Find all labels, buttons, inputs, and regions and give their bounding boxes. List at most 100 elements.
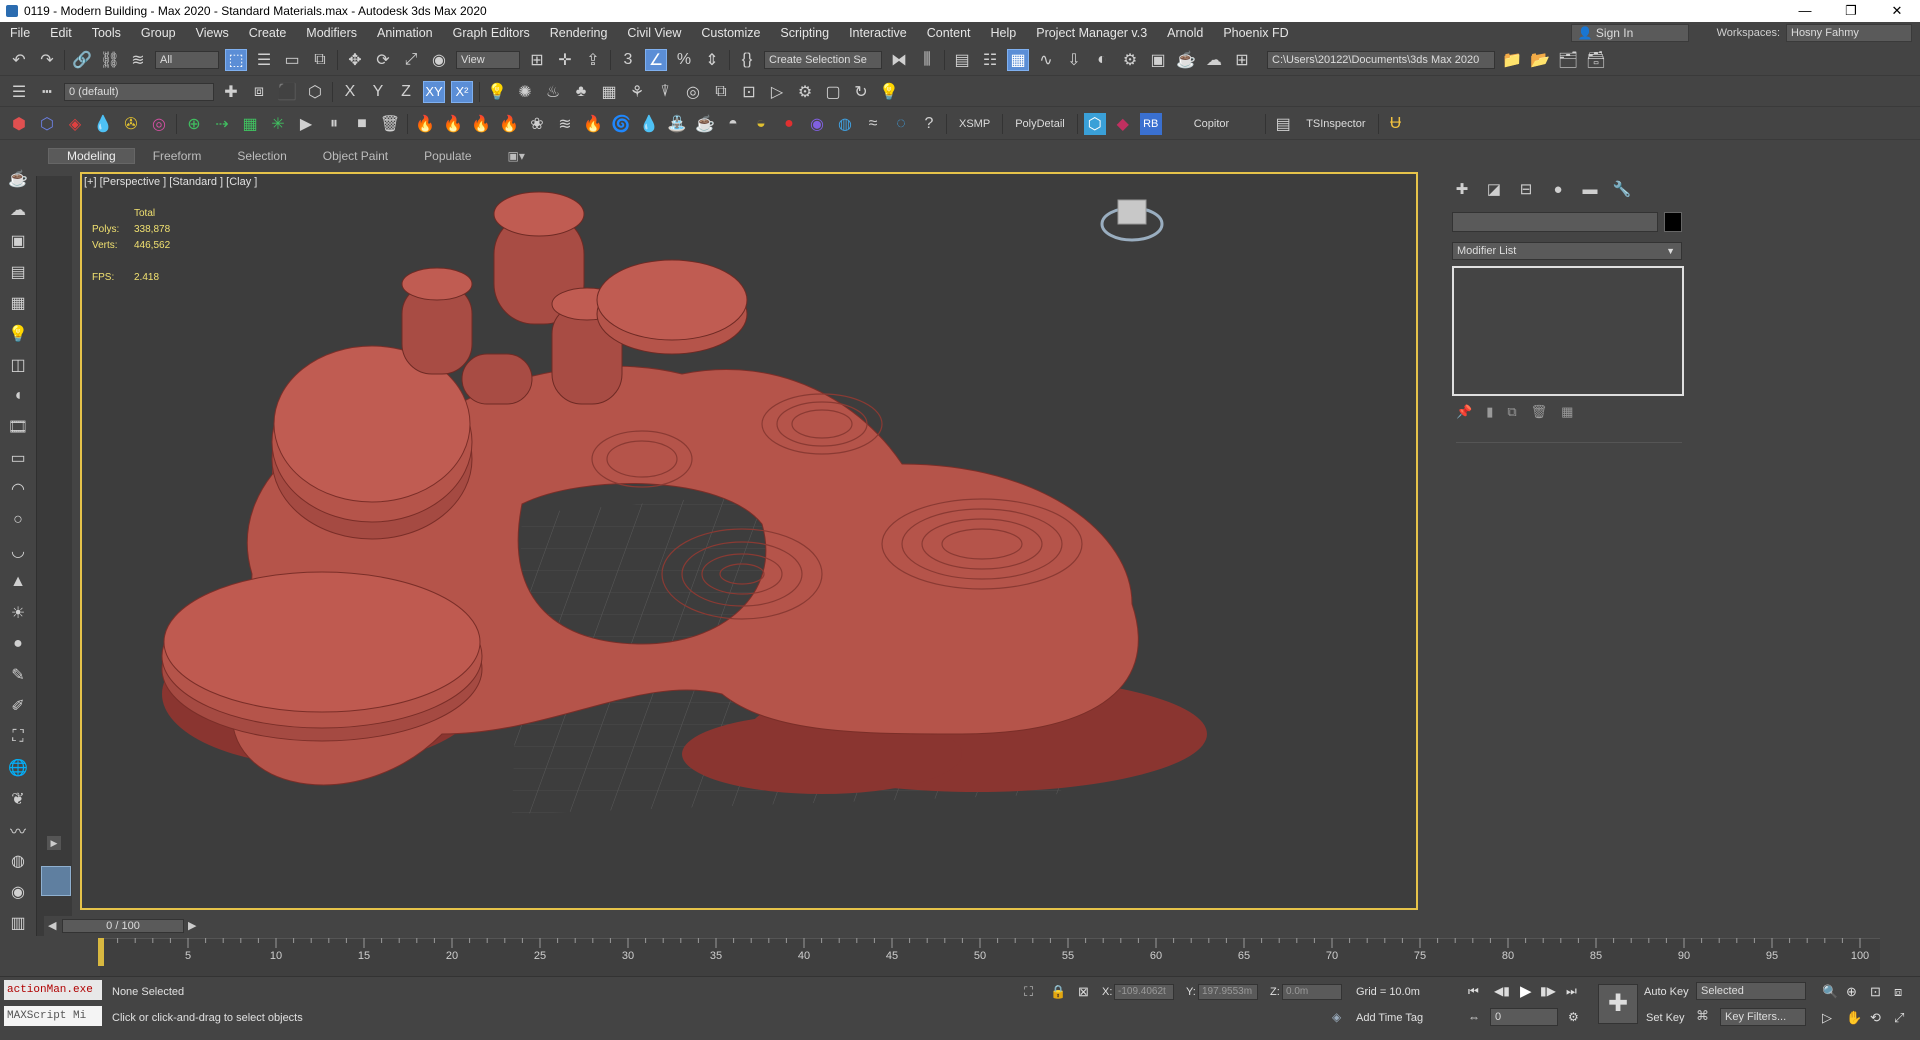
u-plugin-icon[interactable]: Ʉ: [1385, 113, 1407, 135]
menu-modifiers[interactable]: Modifiers: [296, 26, 367, 40]
select-object-icon[interactable]: ⬚: [225, 48, 247, 71]
cup-icon[interactable]: ☕: [694, 113, 716, 135]
frame-icon[interactable]: ⊡: [738, 81, 760, 103]
cloud-icon[interactable]: ☁: [7, 199, 29, 221]
red-ball-icon[interactable]: ●: [778, 113, 800, 135]
pause-sim-icon[interactable]: ⏸: [323, 113, 345, 135]
copitor-button[interactable]: Copitor: [1188, 118, 1235, 130]
box-tool-icon[interactable]: ▭: [7, 447, 29, 469]
go-to-start-icon[interactable]: ⏮: [1468, 984, 1479, 999]
play-sim-icon[interactable]: ▶: [295, 113, 317, 135]
fov-icon[interactable]: ▷: [1822, 1010, 1832, 1026]
select-layer-icon[interactable]: ⬛: [276, 81, 298, 103]
modify-tab-icon[interactable]: ◪: [1484, 180, 1504, 198]
zoom-all-icon[interactable]: ⊕: [1846, 984, 1857, 1000]
fire-icon-1[interactable]: 🔥: [414, 113, 436, 135]
layer-props-icon[interactable]: ⬡: [304, 81, 326, 103]
mirror-icon[interactable]: ⧓: [888, 49, 910, 71]
grid-green-icon[interactable]: ▦: [239, 113, 261, 135]
menu-content[interactable]: Content: [917, 26, 981, 40]
ocean-icon[interactable]: ≈: [862, 113, 884, 135]
selection-filter-dropdown[interactable]: All: [155, 50, 219, 69]
edit-named-selection-icon[interactable]: {}: [736, 49, 758, 71]
pin-stack-icon[interactable]: 📌: [1456, 404, 1472, 420]
utilities-tab-icon[interactable]: 🔧: [1612, 180, 1632, 198]
bind-space-warp-icon[interactable]: ≋: [127, 49, 149, 71]
scene-explorer-icon[interactable]: ▤: [951, 49, 973, 71]
fire-icon-2[interactable]: 🔥: [442, 113, 464, 135]
time-next-icon[interactable]: ▶: [188, 919, 196, 932]
burst-icon[interactable]: ✳: [267, 113, 289, 135]
plant-icon[interactable]: ⚘: [626, 81, 648, 103]
maxscript-listener-output[interactable]: actionMan.exe: [4, 980, 102, 1000]
xsmp-button[interactable]: XSMP: [953, 118, 996, 130]
help-icon[interactable]: ?: [918, 113, 940, 135]
disc-icon[interactable]: ●: [7, 633, 29, 655]
hex-plugin-icon[interactable]: ⬡: [1083, 112, 1106, 135]
smoke-icon[interactable]: ❀: [526, 113, 548, 135]
ribbon-toggle-icon[interactable]: ▦: [1007, 48, 1029, 71]
paint-icon[interactable]: ✐: [7, 695, 29, 717]
curve-editor-icon[interactable]: ∿: [1035, 49, 1057, 71]
viewport-layout-icon[interactable]: [41, 866, 71, 896]
time-tag-icon[interactable]: ◈: [1332, 1010, 1341, 1024]
trash-icon[interactable]: 🗑: [379, 113, 401, 135]
foam-icon[interactable]: ◌: [890, 113, 912, 135]
undo-icon[interactable]: ↶: [8, 49, 30, 71]
render-setup-icon[interactable]: ⚙: [1119, 49, 1141, 71]
rb-button[interactable]: RB: [1139, 112, 1162, 135]
menu-arnold[interactable]: Arnold: [1157, 26, 1213, 40]
motion-tab-icon[interactable]: ●: [1548, 180, 1568, 198]
liquid-icon[interactable]: 💧: [638, 113, 660, 135]
dome-icon[interactable]: ◠: [7, 478, 29, 500]
film-icon[interactable]: 🎞: [7, 416, 29, 438]
expand-icon[interactable]: ▶: [47, 836, 61, 850]
create-tab-icon[interactable]: ✚: [1452, 180, 1472, 198]
ribbon-options-icon[interactable]: ▣▾: [490, 149, 543, 163]
hair-icon[interactable]: 〰: [7, 819, 29, 841]
menu-tools[interactable]: Tools: [82, 26, 131, 40]
menu-customize[interactable]: Customize: [691, 26, 770, 40]
absolute-mode-icon[interactable]: ⊠: [1078, 984, 1089, 1000]
menu-phoenix-fd[interactable]: Phoenix FD: [1213, 26, 1298, 40]
current-frame-field[interactable]: 0: [1490, 1008, 1558, 1026]
key-filters-button[interactable]: Key Filters...: [1720, 1008, 1806, 1026]
time-config-icon[interactable]: ⇔: [1468, 1010, 1480, 1024]
menu-scripting[interactable]: Scripting: [770, 26, 839, 40]
menu-group[interactable]: Group: [131, 26, 186, 40]
clone-icon[interactable]: ⧉: [710, 81, 732, 103]
brush-icon[interactable]: ✎: [7, 664, 29, 686]
select-by-name-icon[interactable]: ☰: [253, 49, 275, 71]
menu-animation[interactable]: Animation: [367, 26, 443, 40]
modifier-stack[interactable]: [1452, 266, 1684, 396]
add-time-tag[interactable]: Add Time Tag: [1356, 1012, 1423, 1024]
object-name-field[interactable]: [1452, 212, 1658, 232]
sphere-icon[interactable]: ○: [7, 509, 29, 531]
camera-icon[interactable]: ◫: [7, 354, 29, 376]
menu-civil-view[interactable]: Civil View: [617, 26, 691, 40]
menu-project-manager[interactable]: Project Manager v.3: [1026, 26, 1157, 40]
set-key-button[interactable]: Set Key: [1646, 1012, 1685, 1024]
unlink-icon[interactable]: ⛓: [99, 49, 121, 71]
angle-snap-icon[interactable]: ∠: [645, 48, 667, 71]
fire-icon-4[interactable]: 🔥: [498, 113, 520, 135]
ring-icon[interactable]: ◎: [148, 113, 170, 135]
coord-x-field[interactable]: -109.4062t: [1114, 984, 1174, 1000]
layer-toggle-icon[interactable]: ┅: [36, 81, 58, 103]
go-to-end-icon[interactable]: ⏭: [1566, 984, 1577, 999]
rotate-icon[interactable]: ⟳: [372, 49, 394, 71]
document-icon[interactable]: ▤: [7, 261, 29, 283]
named-selection-dropdown[interactable]: Create Selection Se: [764, 50, 882, 69]
move-icon[interactable]: ✥: [344, 49, 366, 71]
sun-icon[interactable]: ✺: [514, 81, 536, 103]
orbit-icon[interactable]: ⟲: [1870, 1010, 1881, 1026]
percent-snap-icon[interactable]: %: [673, 49, 695, 71]
rotate-view-icon[interactable]: ↻: [850, 81, 872, 103]
maxscript-mini-listener[interactable]: MAXScript Mi: [4, 1006, 102, 1026]
globe-tool-icon[interactable]: 🌐: [7, 757, 29, 779]
cube-red-icon[interactable]: ⬢: [8, 113, 30, 135]
menu-views[interactable]: Views: [186, 26, 239, 40]
stop-sim-icon[interactable]: ■: [351, 113, 373, 135]
tab-object-paint[interactable]: Object Paint: [305, 149, 406, 163]
plant-tool-icon[interactable]: ❦: [7, 788, 29, 810]
